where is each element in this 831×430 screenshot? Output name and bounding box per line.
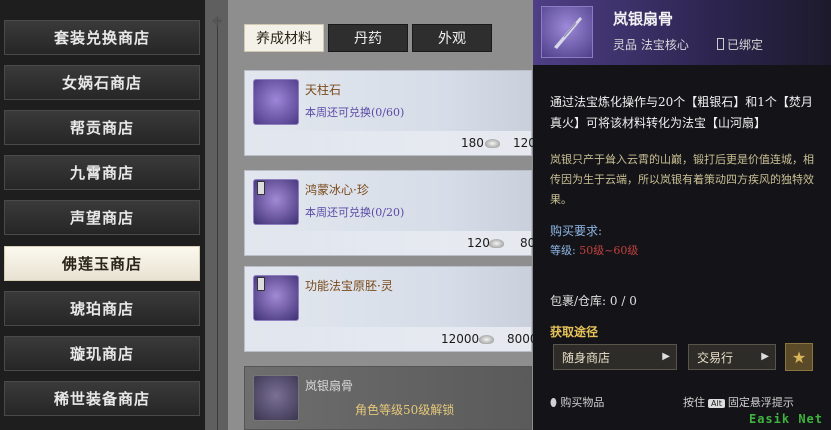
source-button-trading-post[interactable]: 交易行 ▶ (688, 344, 776, 370)
price-original: 12000 (441, 332, 480, 346)
silver-ingot-icon (489, 239, 504, 248)
purchase-requirement: 等级: 50级~60级 (550, 242, 638, 258)
price-bar: 12000 8000 (245, 327, 538, 351)
requirement-value: 50级~60级 (579, 244, 639, 257)
tooltip-bind-status: 已绑定 (717, 36, 763, 53)
sidebar-item-rare-equipment-shop[interactable]: 稀世装备商店 (4, 381, 200, 416)
source-label: 交易行 (697, 350, 734, 365)
item-name: 鸿蒙冰心·珍 (305, 183, 369, 197)
item-name: 岚银扇骨 (305, 379, 354, 393)
item-quota: 本周还可兑换(0/60) (305, 106, 405, 119)
tab-materials[interactable]: 养成材料 (244, 24, 324, 52)
inventory-count: 包裹/仓库: 0 / 0 (550, 294, 637, 308)
fan-rib-icon (253, 375, 299, 421)
sidebar-item-jiuxiao-shop[interactable]: 九霄商店 (4, 155, 200, 190)
play-arrow-icon: ▶ (761, 351, 769, 362)
item-quota: 本周还可兑换(0/20) (305, 206, 405, 219)
sidebar-item-amber-shop[interactable]: 琥珀商店 (4, 291, 200, 326)
bind-icon (257, 277, 265, 291)
price-original: 120 (467, 236, 490, 250)
price-bar: 120 80 (245, 231, 535, 255)
tooltip-grade: 灵品 法宝核心 (613, 38, 689, 52)
sidebar-item-nuwa-stone-shop[interactable]: 女娲石商店 (4, 65, 200, 100)
tooltip-description: 通过法宝炼化操作与20个【粗银石】和1个【焚月真火】可将该材料转化为法宝【山河扇… (550, 95, 813, 130)
footer-buy-hint: ⬮ 购买物品 (550, 394, 604, 410)
price-original: 180 (461, 136, 484, 150)
shop-sidebar: 套装兑换商店 女娲石商店 帮贡商店 九霄商店 声望商店 佛莲玉商店 琥珀商店 璇… (0, 0, 205, 430)
silver-ingot-icon (485, 139, 500, 148)
tab-appearance[interactable]: 外观 (412, 24, 492, 52)
sidebar-item-reputation-shop[interactable]: 声望商店 (4, 200, 200, 235)
tooltip-header: 岚银扇骨 灵品 法宝核心 已绑定 (533, 0, 831, 65)
alt-key: Alt (708, 399, 725, 408)
play-arrow-icon: ▶ (662, 351, 670, 362)
footer-press-label: 按住 (683, 396, 705, 409)
sidebar-item-guild-shop[interactable]: 帮贡商店 (4, 110, 200, 145)
stone-icon (253, 79, 299, 125)
sidebar-item-xuanji-shop[interactable]: 璇玑商店 (4, 336, 200, 371)
source-title: 获取途径 (550, 325, 599, 339)
tab-pills[interactable]: 丹药 (328, 24, 408, 52)
silver-ingot-icon (479, 335, 494, 344)
star-icon: ★ (791, 347, 807, 367)
divider (217, 20, 218, 430)
tooltip-lore: 岚银只产于耸入云霄的山巅，锻打后更是价值连城，相传因为生于云端，所以岚银有着策动… (550, 153, 814, 206)
bind-icon (257, 181, 265, 195)
shop-item-card[interactable]: 功能法宝原胚·灵 12000 8000 (244, 266, 538, 352)
sidebar-item-set-exchange-shop[interactable]: 套装兑换商店 (4, 20, 200, 55)
footer-pin-label: 固定悬浮提示 (727, 396, 794, 409)
shop-item-card[interactable]: 天柱石 本周还可兑换(0/60) 180 120 (244, 70, 536, 156)
source-button-portable-shop[interactable]: 随身商店 ▶ (553, 344, 677, 370)
bind-icon (717, 38, 724, 50)
purchase-requirement-title: 购买要求: (550, 224, 603, 238)
source-label: 随身商店 (562, 350, 611, 365)
bind-label: 已绑定 (727, 38, 764, 52)
ornament-icon: ❖ (210, 14, 224, 30)
favorite-star-button[interactable]: ★ (785, 343, 813, 371)
price-bar: 180 120 (245, 131, 536, 155)
requirement-label: 等级: (550, 244, 576, 257)
item-name: 功能法宝原胚·灵 (305, 279, 393, 293)
footer-buy-label: 购买物品 (560, 396, 605, 409)
sidebar-item-folianyu-shop[interactable]: 佛莲玉商店 (4, 246, 200, 281)
unlock-requirement: 角色等级50级解锁 (355, 403, 455, 417)
item-tooltip: 岚银扇骨 灵品 法宝核心 已绑定 通过法宝炼化操作与20个【粗银石】和1个【焚月… (533, 0, 831, 430)
mouse-icon: ⬮ (550, 396, 557, 409)
fan-rib-icon (541, 6, 593, 58)
tooltip-title: 岚银扇骨 (613, 10, 674, 28)
shop-item-card[interactable]: 鸿蒙冰心·珍 本周还可兑换(0/20) 120 80 (244, 170, 535, 256)
watermark: Easik Net (748, 412, 823, 426)
shop-item-card-locked[interactable]: 岚银扇骨 角色等级50级解锁 (244, 366, 532, 430)
item-name: 天柱石 (305, 83, 342, 97)
footer-pin-hint: 按住 Alt 固定悬浮提示 (683, 394, 794, 410)
